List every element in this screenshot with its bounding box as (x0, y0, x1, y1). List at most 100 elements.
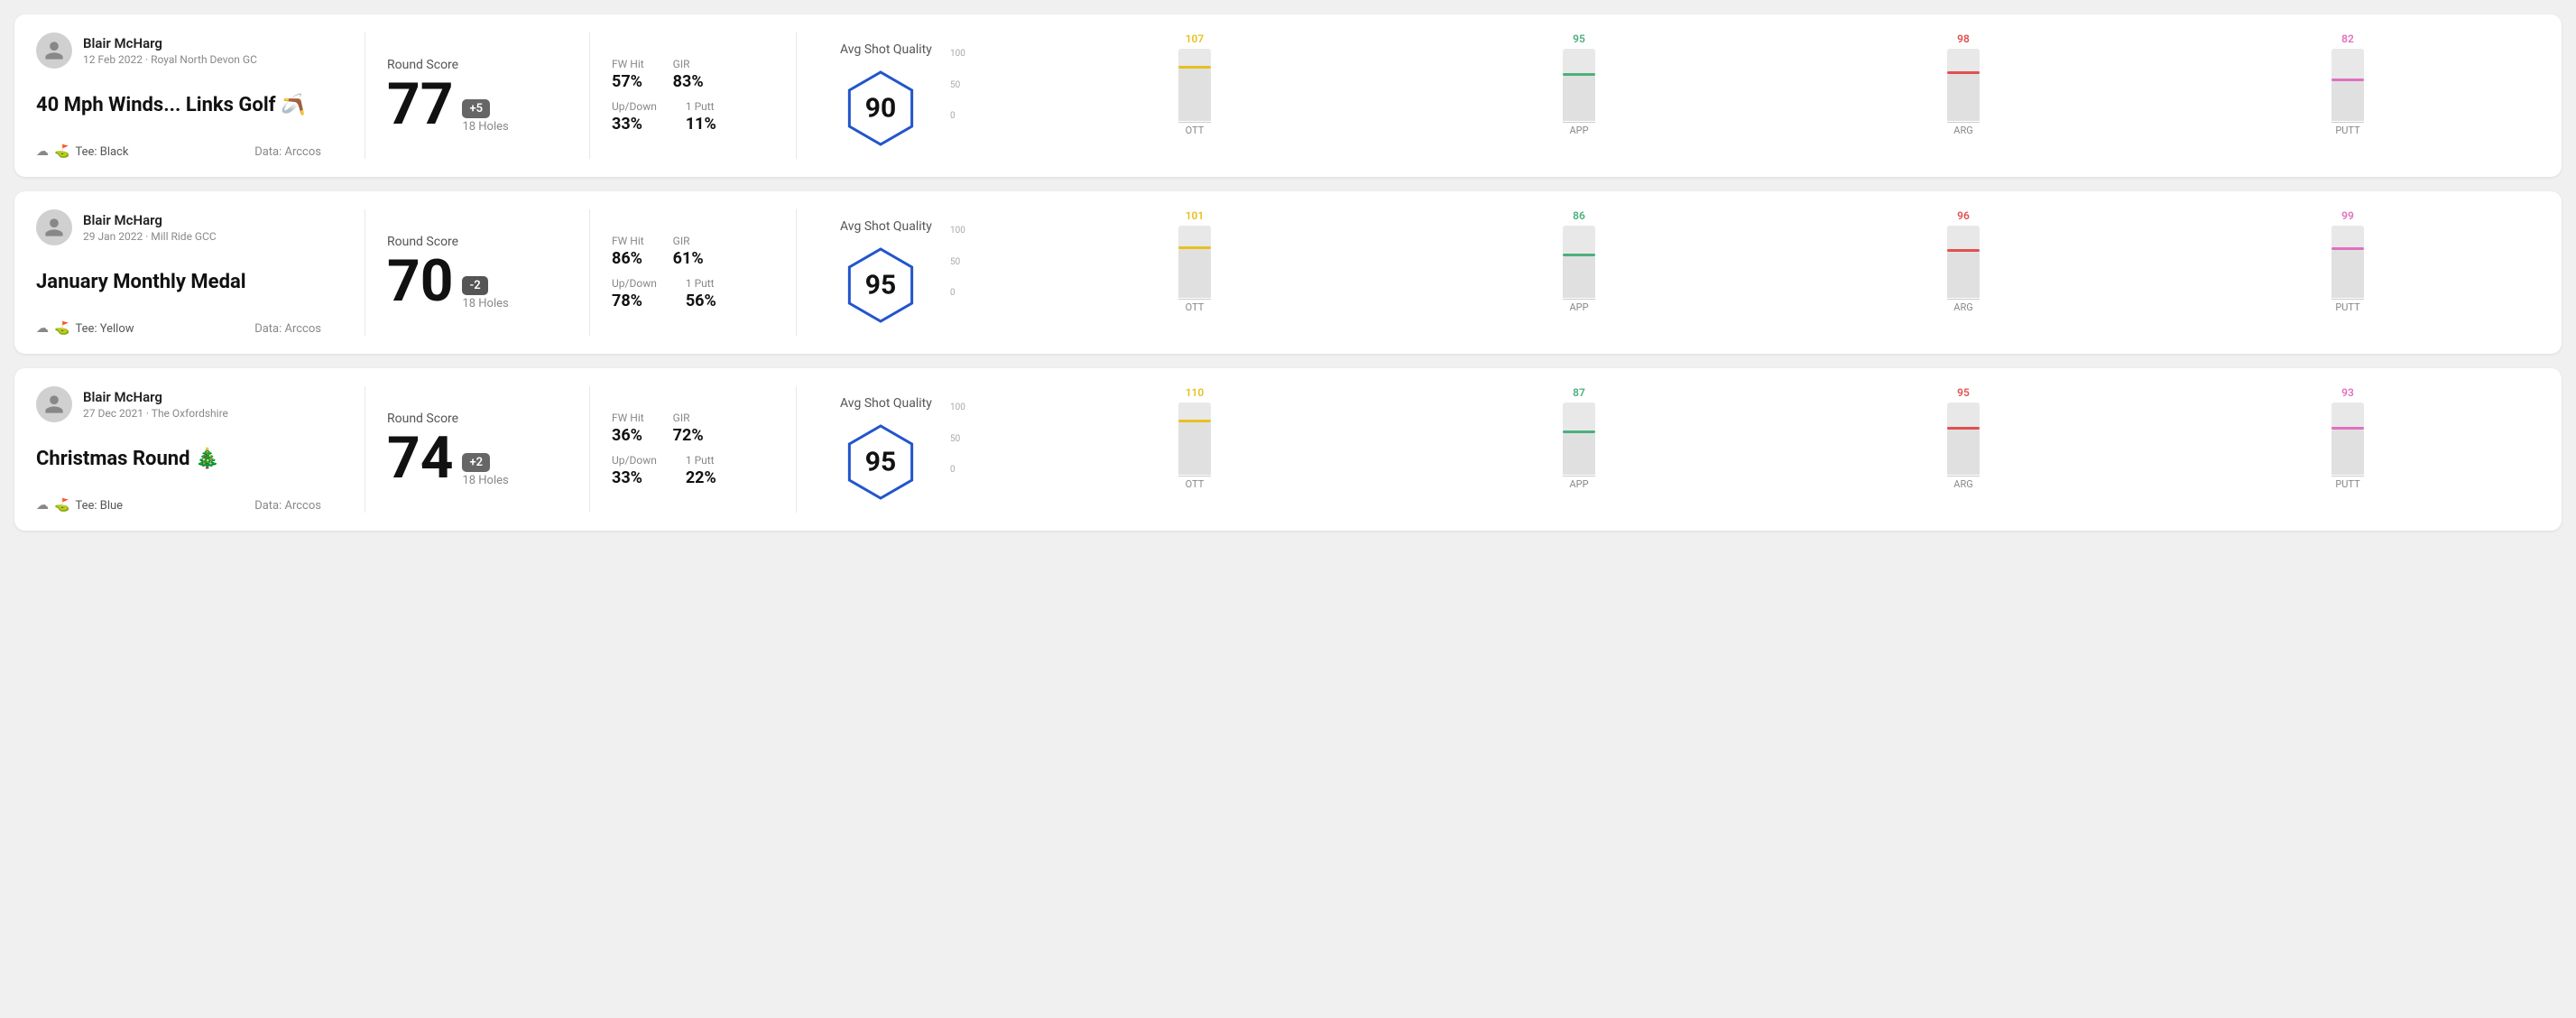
stat-gir-label: GIR (673, 58, 704, 70)
user-name: Blair McHarg (83, 212, 217, 228)
round-card: Blair McHarg29 Jan 2022 · Mill Ride GCCJ… (14, 191, 2562, 354)
user-name: Blair McHarg (83, 389, 228, 405)
score-section: Round Score70-218 Holes (387, 209, 568, 336)
quality-section: Avg Shot Quality95 (818, 209, 954, 336)
stat-fw-hit: FW Hit86% (612, 235, 644, 268)
chart-section: 100500110OTT87APP95ARG93PUTT (954, 386, 2540, 513)
quality-label: Avg Shot Quality (840, 42, 932, 57)
stats-row-2: Up/Down33%1 Putt22% (612, 454, 774, 487)
stat-gir-label: GIR (673, 235, 704, 247)
golf-bag-icon: ⛳ (54, 144, 69, 159)
chart-x-label: OTT (1186, 478, 1205, 490)
stats-row-1: FW Hit36%GIR72% (612, 412, 774, 445)
stats-section: FW Hit36%GIR72% Up/Down33%1 Putt22% (612, 386, 774, 513)
score-badge: +518 Holes (462, 99, 508, 134)
quality-section: Avg Shot Quality95 (818, 386, 954, 513)
holes-label: 18 Holes (462, 120, 508, 134)
weather-icon: ☁ (36, 321, 49, 336)
chart-value-label: 86 (1573, 209, 1585, 222)
chart-group-putt: 99PUTT (2156, 209, 2540, 318)
tee-label: Tee: Yellow (75, 322, 134, 336)
stat-fw-hit-value: 57% (612, 72, 644, 91)
chart-value-label: 98 (1957, 32, 1970, 45)
chart-group-arg: 95ARG (1771, 386, 2156, 495)
stat-one-putt-value: 56% (686, 292, 716, 310)
chart-x-label: ARG (1953, 301, 1972, 313)
round-title: Christmas Round 🎄 (36, 448, 321, 470)
chart-value-label: 101 (1186, 209, 1205, 222)
stat-gir-value: 61% (673, 249, 704, 268)
weather-icon: ☁ (36, 498, 49, 513)
chart-x-label: OTT (1186, 125, 1205, 136)
chart-x-label: PUTT (2335, 478, 2359, 490)
tee-info: ☁ ⛳ Tee: Yellow (36, 321, 134, 336)
chart-group-ott: 110 OTT (1002, 386, 1387, 495)
chart-group-arg: 96ARG (1771, 209, 2156, 318)
stats-row-2: Up/Down33% 1 Putt11% (612, 100, 774, 134)
stat-up-down: Up/Down33% (612, 100, 657, 134)
stats-row-1: FW Hit57%GIR83% (612, 58, 774, 91)
stat-up-down-value: 78% (612, 292, 657, 310)
chart-x-label: APP (1569, 478, 1588, 490)
bottom-info: ☁ ⛳ Tee: BlackData: Arccos (36, 144, 321, 159)
chart-group-app: 86 APP (1387, 209, 1771, 318)
quality-label: Avg Shot Quality (840, 396, 932, 411)
chart-value-label: 87 (1573, 386, 1585, 399)
score-number: 70 (387, 253, 453, 310)
user-info: Blair McHarg27 Dec 2021 · The Oxfordshir… (36, 386, 321, 422)
stats-section: FW Hit86% GIR 61% Up/Down 78% 1 Putt 56% (612, 209, 774, 336)
bottom-info: ☁ ⛳ Tee: Blue Data: Arccos (36, 498, 321, 513)
score-number: 77 (387, 76, 453, 134)
chart-value-label: 82 (2341, 32, 2354, 45)
stat-fw-hit: FW Hit36% (612, 412, 644, 445)
score-row: 77 +518 Holes (387, 76, 568, 134)
stat-up-down-label: Up/Down (612, 454, 657, 467)
stat-one-putt-label: 1 Putt (686, 454, 716, 467)
chart-x-label: APP (1569, 301, 1588, 313)
weather-icon: ☁ (36, 144, 49, 159)
score-badge: +218 Holes (462, 453, 508, 487)
stat-gir: GIR83% (673, 58, 704, 91)
stat-fw-hit-value: 86% (612, 249, 644, 268)
chart-group-app: 87 APP (1387, 386, 1771, 495)
data-source: Data: Arccos (254, 499, 321, 513)
score-row: 74+218 Holes (387, 430, 568, 487)
stat-one-putt: 1 Putt11% (686, 100, 716, 134)
stats-row-2: Up/Down 78% 1 Putt 56% (612, 277, 774, 310)
chart-x-label: PUTT (2335, 301, 2359, 313)
chart-group-putt: 82 PUTT (2156, 32, 2540, 141)
stat-one-putt-label: 1 Putt (686, 277, 716, 290)
golf-bag-icon: ⛳ (54, 321, 69, 336)
chart-x-label: PUTT (2335, 125, 2359, 136)
user-date: 29 Jan 2022 · Mill Ride GCC (83, 230, 217, 243)
chart-value-label: 93 (2341, 386, 2354, 399)
chart-section: 100500101OTT86APP96ARG99PUTT (954, 209, 2540, 336)
bar-chart: 100500101OTT86APP96ARG99PUTT (975, 209, 2540, 336)
stats-row-1: FW Hit86% GIR 61% (612, 235, 774, 268)
round-card: Blair McHarg27 Dec 2021 · The Oxfordshir… (14, 368, 2562, 531)
stat-one-putt-label: 1 Putt (686, 100, 716, 113)
quality-section: Avg Shot Quality 90 (818, 32, 954, 159)
holes-label: 18 Holes (462, 297, 508, 310)
card-left-section: Blair McHarg12 Feb 2022 · Royal North De… (36, 32, 343, 159)
chart-group-ott: 101 OTT (1002, 209, 1387, 318)
stat-gir-value: 72% (673, 426, 704, 445)
chart-x-label: APP (1569, 125, 1588, 136)
round-title: 40 Mph Winds... Links Golf 🪃 (36, 94, 321, 116)
tee-info: ☁ ⛳ Tee: Blue (36, 498, 123, 513)
score-row: 70-218 Holes (387, 253, 568, 310)
chart-value-label: 110 (1186, 386, 1205, 399)
golf-bag-icon: ⛳ (54, 498, 69, 513)
chart-x-label: ARG (1953, 125, 1972, 136)
hex-score: 90 (865, 93, 896, 125)
stats-section: FW Hit57%GIR83%Up/Down33%1 Putt11% (612, 32, 774, 159)
data-source: Data: Arccos (254, 322, 321, 336)
chart-group-putt: 93 PUTT (2156, 386, 2540, 495)
stat-one-putt-value: 22% (686, 468, 716, 487)
user-date: 12 Feb 2022 · Royal North Devon GC (83, 53, 257, 66)
user-info: Blair McHarg 29 Jan 2022 · Mill Ride GCC (36, 209, 321, 245)
card-left-section: Blair McHarg27 Dec 2021 · The Oxfordshir… (36, 386, 343, 513)
chart-x-label: OTT (1186, 301, 1205, 313)
stat-up-down-label: Up/Down (612, 277, 657, 290)
stat-gir: GIR 61% (673, 235, 704, 268)
